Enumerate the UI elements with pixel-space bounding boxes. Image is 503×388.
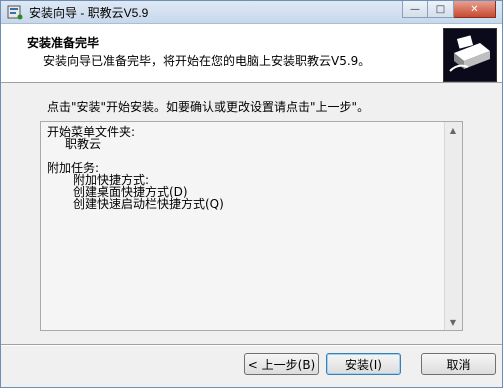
scroll-down-arrow-icon[interactable]: ▼ [445,314,461,330]
back-button[interactable]: < 上一步(B) [244,353,319,375]
header-title: 安装准备完毕 [27,36,100,50]
minimize-button[interactable]: — [402,1,428,18]
memo-line: 创建快速启动栏快捷方式(Q) [73,197,224,211]
scroll-up-arrow-icon[interactable]: ▲ [445,122,461,138]
installer-app-icon [7,5,23,20]
settings-summary-memo[interactable]: 开始菜单文件夹: 职教云 附加任务: 附加快捷方式: 创建桌面快捷方式(D) 创建快速启… [40,121,463,331]
cancel-button[interactable]: 取消 [421,353,496,375]
settings-summary-text: 开始菜单文件夹: 职教云 附加任务: 附加快捷方式: 创建桌面快捷方式(D) 创建快速启… [47,126,224,210]
window-controls: — □ ✕ [402,1,496,19]
installer-window: 安装向导 - 职教云V5.9 — □ ✕ 安装准备完毕 安装向导已准备完毕，将开… [0,0,503,388]
installer-logo-icon [443,28,497,82]
header-subtitle: 安装向导已准备完毕，将开始在您的电脑上安装职教云V5.9。 [43,54,371,68]
maximize-button[interactable]: □ [428,1,454,18]
footer-divider [1,344,502,346]
window-title: 安装向导 - 职教云V5.9 [29,6,149,20]
close-button[interactable]: ✕ [454,1,496,18]
install-button[interactable]: 安装(I) [326,353,401,375]
wizard-header: 安装准备完毕 安装向导已准备完毕，将开始在您的电脑上安装职教云V5.9。 [1,24,502,83]
vertical-scrollbar[interactable]: ▲ ▼ [444,122,462,330]
title-bar[interactable]: 安装向导 - 职教云V5.9 — □ ✕ [1,1,502,24]
memo-line: 职教云 [65,137,102,151]
install-instruction: 点击"安装"开始安装。如要确认或更改设置请点击"上一步"。 [47,100,370,114]
